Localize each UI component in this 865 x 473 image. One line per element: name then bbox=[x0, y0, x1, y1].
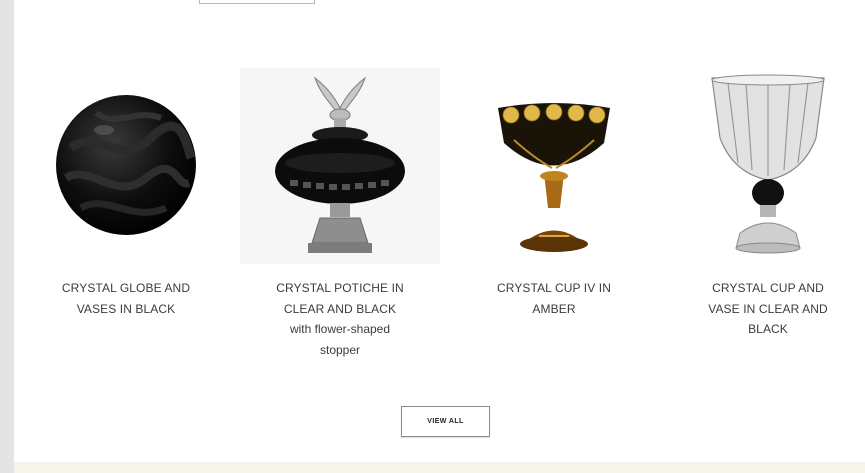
product-name[interactable]: CRYSTAL CUP IV IN AMBER bbox=[454, 278, 654, 319]
view-all-button[interactable]: VIEW ALL bbox=[401, 406, 490, 437]
product-name[interactable]: CRYSTAL CUP AND VASE IN CLEAR AND BLACK bbox=[668, 278, 865, 340]
product-name-line: VASE IN CLEAR AND bbox=[708, 301, 828, 316]
clear-black-crystal-cup-vase-image[interactable] bbox=[668, 68, 865, 264]
product-name-line: CRYSTAL POTICHE IN bbox=[276, 281, 404, 295]
left-gutter bbox=[0, 0, 14, 473]
product-name-line: CRYSTAL CUP IV IN bbox=[497, 281, 611, 295]
crystal-potiche-jar-image[interactable] bbox=[240, 68, 440, 264]
previous-section-button[interactable] bbox=[199, 0, 315, 4]
black-crystal-globe-vase-image[interactable] bbox=[26, 68, 226, 264]
product-subtitle-line: with flower-shaped bbox=[289, 322, 391, 336]
product-name-line: CRYSTAL GLOBE AND bbox=[61, 281, 191, 295]
product-subtitle: with flower-shaped stopper bbox=[240, 319, 440, 360]
product-name[interactable]: CRYSTAL POTICHE IN CLEAR AND BLACK bbox=[240, 278, 440, 319]
product-name[interactable]: CRYSTAL GLOBE AND VASES IN BLACK bbox=[26, 278, 226, 319]
product-name-line: BLACK bbox=[748, 322, 788, 336]
product-name-line: AMBER bbox=[532, 301, 576, 316]
product-name-line: VASES IN BLACK bbox=[76, 301, 176, 316]
footer-edge bbox=[14, 462, 865, 473]
product-name-line: CLEAR AND BLACK bbox=[283, 301, 397, 316]
amber-crystal-cup-image[interactable] bbox=[454, 68, 654, 264]
product-name-line: CRYSTAL CUP AND bbox=[712, 281, 824, 295]
product-subtitle-line: stopper bbox=[319, 342, 361, 357]
